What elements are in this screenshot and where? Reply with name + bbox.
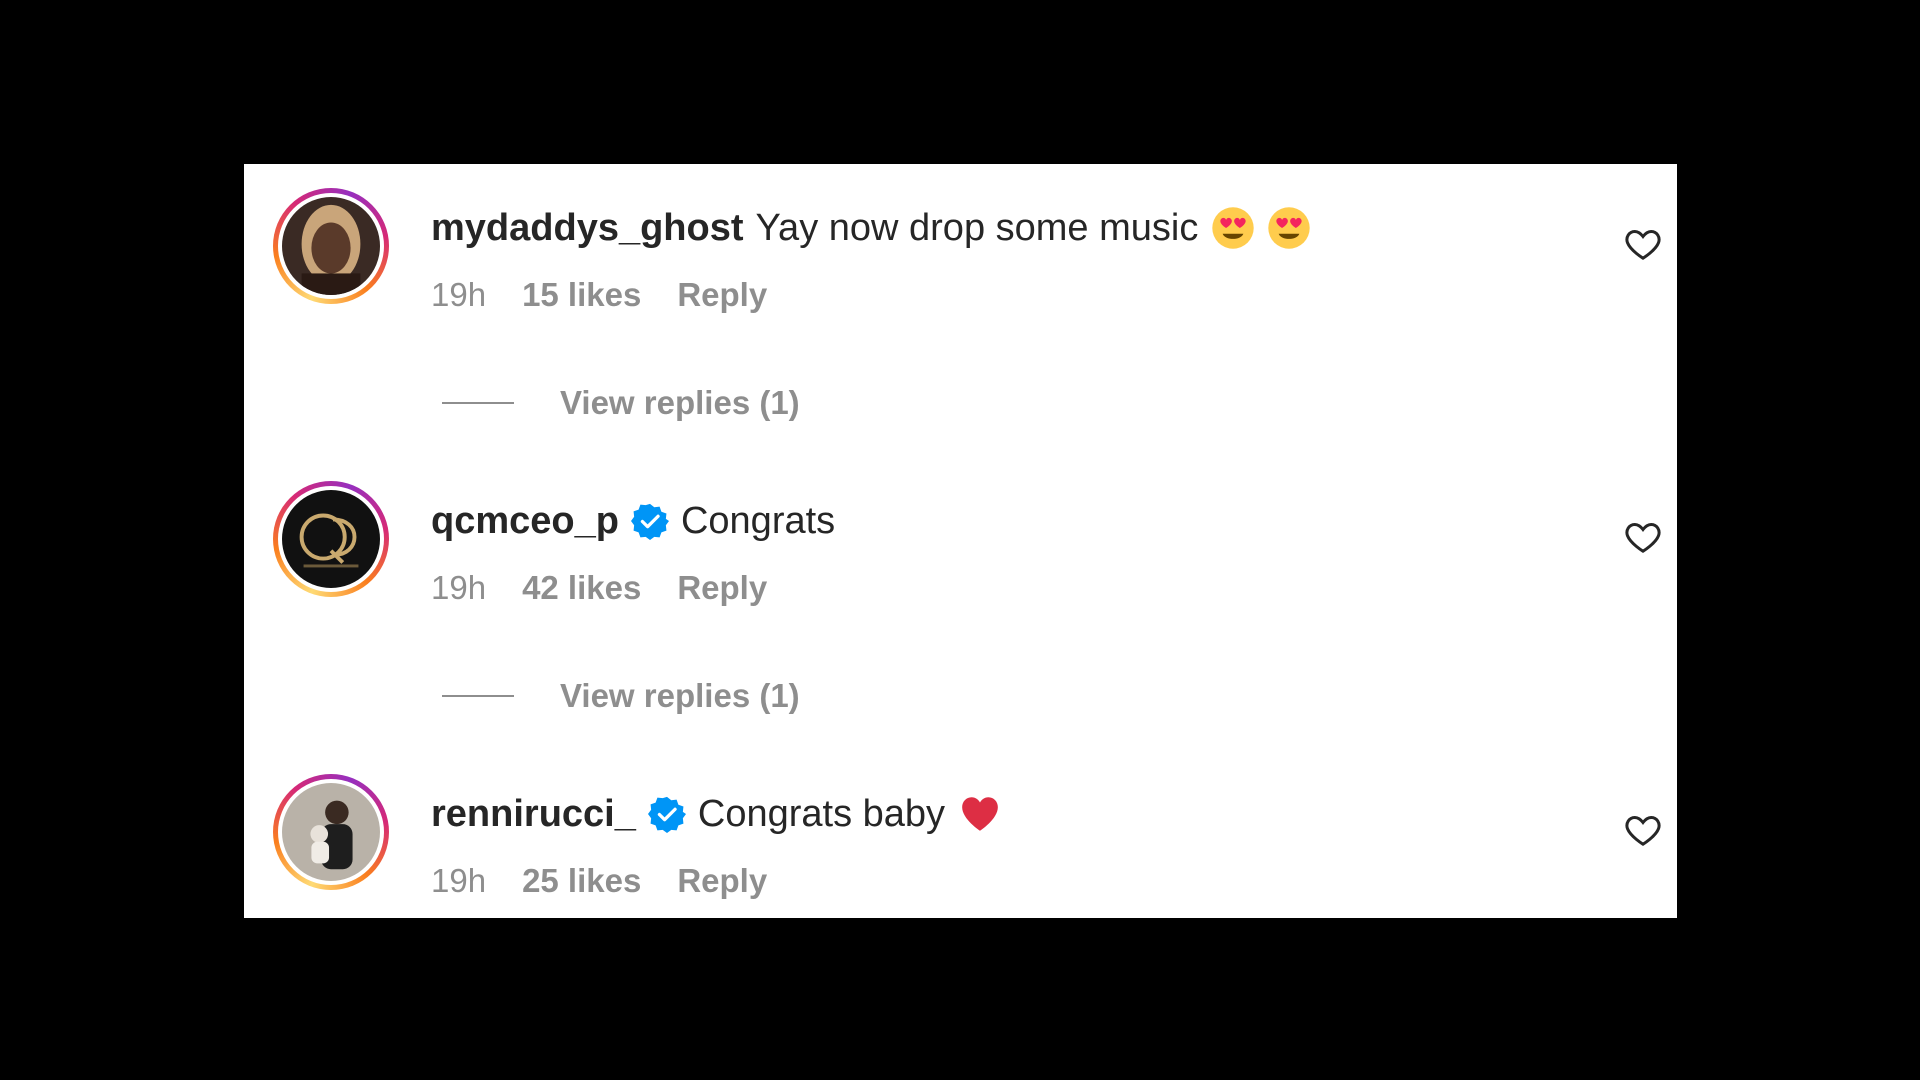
like-heart-icon[interactable]: [1623, 810, 1663, 850]
verified-badge-icon: [630, 502, 669, 540]
story-ring[interactable]: [273, 774, 389, 890]
view-replies-button[interactable]: View replies (1): [442, 384, 800, 422]
likes-count[interactable]: 15 likes: [522, 276, 641, 314]
replies-divider: [442, 402, 514, 404]
username-link[interactable]: qcmceo_p: [431, 500, 619, 543]
comment-meta: 19h 25 likes Reply: [431, 862, 767, 900]
timestamp: 19h: [431, 569, 487, 606]
comment-text: Congrats baby: [697, 792, 946, 835]
avatar[interactable]: [282, 490, 380, 588]
story-ring[interactable]: [273, 188, 389, 304]
reply-button[interactable]: Reply: [677, 276, 767, 314]
comment-line: rennirucci_ Congrats baby: [431, 788, 1001, 840]
heart-eyes-emoji-icon: [1266, 205, 1312, 251]
reply-button[interactable]: Reply: [677, 862, 767, 900]
timestamp: 19h: [431, 862, 487, 899]
heart-eyes-emoji-icon: [1210, 205, 1256, 251]
like-heart-icon[interactable]: [1623, 517, 1663, 557]
username-link[interactable]: mydaddys_ghost: [431, 207, 744, 250]
timestamp: 19h: [431, 276, 487, 313]
comment-meta: 19h 15 likes Reply: [431, 276, 767, 314]
replies-divider: [442, 695, 514, 697]
reply-button[interactable]: Reply: [677, 569, 767, 607]
comment-item: qcmceo_p Congrats 19h 42 likes Reply: [244, 457, 1677, 606]
avatar[interactable]: [282, 197, 380, 295]
likes-count[interactable]: 25 likes: [522, 862, 641, 900]
avatar[interactable]: [282, 783, 380, 881]
likes-count[interactable]: 42 likes: [522, 569, 641, 607]
story-ring[interactable]: [273, 481, 389, 597]
comment-text: Yay now drop some music: [755, 206, 1199, 249]
comment-line: mydaddys_ghost Yay now drop some music: [431, 202, 1312, 254]
view-replies-label: View replies (1): [560, 384, 800, 421]
comment-item: mydaddys_ghost Yay now drop some music 1…: [244, 164, 1677, 313]
like-heart-icon[interactable]: [1623, 224, 1663, 264]
comment-meta: 19h 42 likes Reply: [431, 569, 767, 607]
username-link[interactable]: rennirucci_: [431, 793, 636, 836]
red-heart-emoji-icon: [959, 793, 1001, 835]
comments-panel: mydaddys_ghost Yay now drop some music 1…: [244, 164, 1677, 918]
comment-text: Congrats: [680, 499, 836, 542]
comment-line: qcmceo_p Congrats: [431, 495, 835, 547]
view-replies-button[interactable]: View replies (1): [442, 677, 800, 715]
view-replies-label: View replies (1): [560, 677, 800, 714]
verified-badge-icon: [647, 795, 686, 833]
comment-item: rennirucci_ Congrats baby 19h 25 likes R…: [244, 750, 1677, 899]
